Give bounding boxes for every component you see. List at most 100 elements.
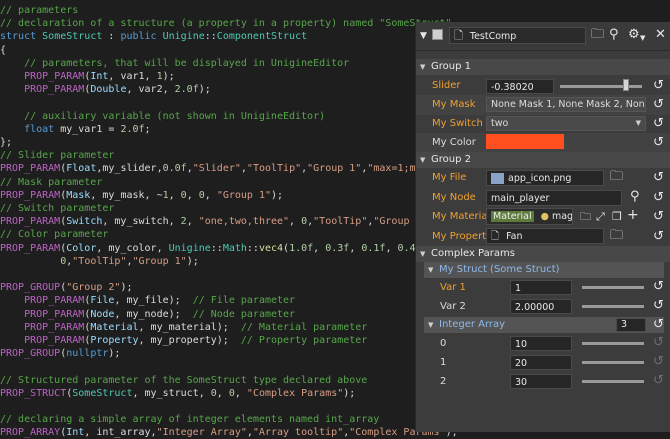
expand-triangle-icon: ▼ bbox=[420, 63, 426, 71]
code-token: ); bbox=[343, 387, 356, 399]
var1-value: 1 bbox=[515, 283, 522, 294]
code-token: "Group 1" bbox=[132, 255, 187, 267]
code-token: // Switch parameter bbox=[0, 203, 115, 214]
var2-field[interactable]: 2.00000 bbox=[510, 299, 572, 314]
copy-icon[interactable]: ❐ bbox=[612, 210, 622, 224]
code-token: "Array tooltip" bbox=[252, 427, 344, 439]
code-line: PROP_GROUP("Group 2"); bbox=[0, 281, 132, 294]
expand-triangle-icon: ▼ bbox=[428, 321, 434, 329]
array-item-slider-track[interactable] bbox=[582, 361, 644, 364]
reset-icon[interactable]: ↺ bbox=[653, 191, 664, 205]
var1-field[interactable]: 1 bbox=[510, 280, 572, 295]
reset-icon[interactable]: ↺ bbox=[653, 280, 664, 294]
code-token: , my_property); bbox=[138, 335, 241, 346]
slider-value-field[interactable]: -0.38020 bbox=[486, 79, 554, 94]
code-token: vec4 bbox=[258, 242, 284, 254]
node-value: main_player bbox=[491, 193, 550, 204]
array-item-field[interactable]: 30 bbox=[510, 374, 572, 389]
chevron-down-icon[interactable]: ▼ bbox=[640, 31, 645, 45]
array-item-field[interactable]: 10 bbox=[510, 336, 572, 351]
var2-slider-track[interactable] bbox=[582, 305, 644, 308]
reset-icon[interactable]: ↺ bbox=[653, 79, 664, 93]
color-label: My Color bbox=[432, 137, 476, 148]
file-field[interactable]: app_icon.png bbox=[486, 170, 604, 186]
search-icon[interactable]: ⚲ bbox=[630, 190, 640, 204]
code-token: , bbox=[349, 242, 362, 254]
array-item-slider-track[interactable] bbox=[582, 342, 644, 345]
folder-icon[interactable]: 🗀 bbox=[610, 170, 623, 184]
folder-icon[interactable]: 🗀 bbox=[580, 210, 591, 224]
code-line: PROP_PARAM(Property, my_property); // Pr… bbox=[0, 334, 367, 347]
slider-track[interactable] bbox=[560, 85, 642, 88]
reset-icon[interactable]: ↺ bbox=[653, 210, 664, 224]
switch-dropdown[interactable]: two ▼ bbox=[486, 116, 646, 131]
color-swatch[interactable] bbox=[486, 134, 564, 149]
code-line: PROP_PARAM(Material, my_material); // Ma… bbox=[0, 321, 367, 334]
reset-icon[interactable]: ↺ bbox=[653, 230, 664, 244]
reset-icon[interactable]: ↺ bbox=[653, 299, 664, 313]
code-token: // Property parameter bbox=[240, 335, 368, 346]
code-token: PROP_STRUCT bbox=[0, 387, 67, 399]
chevron-down-icon: ▼ bbox=[635, 119, 641, 127]
component-name-field[interactable]: 🗋 TestComp bbox=[449, 27, 586, 44]
complex-params-header[interactable]: ▼ Complex Params bbox=[416, 246, 670, 262]
code-token: PROP_PARAM bbox=[0, 242, 61, 254]
switch-label: My Switch bbox=[432, 118, 483, 129]
code-token: :: bbox=[246, 242, 259, 254]
folder-icon[interactable]: 🗀 bbox=[591, 28, 604, 42]
code-token: : bbox=[102, 31, 121, 43]
array-item-field[interactable]: 20 bbox=[510, 355, 572, 370]
code-line: 0,"ToolTip","Group 1"); bbox=[0, 255, 199, 268]
slider-handle[interactable] bbox=[623, 79, 630, 91]
mask-dropdown[interactable]: None Mask 1, None Mask 2, None bbox=[486, 97, 646, 112]
code-token: // declaration of a structure (a propert… bbox=[0, 18, 452, 30]
code-token: , bbox=[385, 242, 398, 254]
reset-icon[interactable]: ↺ bbox=[653, 117, 664, 131]
reset-icon[interactable]: ↺ bbox=[653, 98, 664, 112]
var1-slider-track[interactable] bbox=[582, 286, 644, 289]
reset-icon[interactable]: ↺ bbox=[653, 374, 664, 388]
close-icon[interactable]: ✕ bbox=[655, 28, 666, 42]
enable-checkbox[interactable] bbox=[432, 29, 443, 40]
code-line: // parameters, that will be displayed in… bbox=[0, 57, 349, 70]
code-token: , bbox=[313, 242, 326, 254]
struct-header[interactable]: ▼ My Struct (Some Struct) bbox=[424, 262, 664, 278]
array-item-index: 1 bbox=[440, 357, 447, 368]
gear-icon[interactable]: ⚙ bbox=[628, 28, 640, 42]
material-field[interactable]: Material ● mag bbox=[486, 208, 573, 225]
expand-icon[interactable]: ⤢ bbox=[596, 210, 605, 224]
node-label: My Node bbox=[432, 192, 476, 203]
folder-icon[interactable]: 🗀 bbox=[610, 229, 623, 243]
code-line: PROP_PARAM(Mask, my_mask, ~1, 0, 0, "Gro… bbox=[0, 189, 283, 202]
search-icon[interactable]: ⚲ bbox=[609, 28, 619, 42]
reset-icon[interactable]: ↺ bbox=[653, 355, 664, 369]
reset-icon[interactable]: ↺ bbox=[653, 171, 664, 185]
code-token: 0.0f bbox=[162, 163, 187, 175]
node-field[interactable]: main_player bbox=[486, 190, 622, 206]
add-icon[interactable]: + bbox=[627, 208, 639, 222]
code-token: SomeStruct bbox=[42, 31, 103, 43]
code-token: Unigine bbox=[168, 242, 211, 254]
component-name: TestComp bbox=[469, 31, 517, 42]
reset-icon[interactable]: ↺ bbox=[653, 136, 664, 150]
group-2-label: Group 2 bbox=[431, 154, 471, 165]
array-header[interactable]: ▼ Integer Array 3 bbox=[424, 317, 664, 333]
slider-value: -0.38020 bbox=[491, 82, 534, 93]
collapse-arrow-icon[interactable]: ▼ bbox=[420, 29, 427, 43]
code-token: ); bbox=[162, 71, 175, 82]
group-2-header[interactable]: ▼ Group 2 bbox=[416, 152, 670, 168]
array-size-field[interactable]: 3 bbox=[616, 318, 646, 332]
code-token: 2.0f bbox=[120, 123, 145, 135]
reset-icon[interactable]: ↺ bbox=[653, 318, 664, 332]
array-item-slider-track[interactable] bbox=[582, 380, 644, 383]
property-field[interactable]: 🗋 Fan bbox=[486, 228, 604, 244]
code-line: PROP_PARAM(Node, my_node); // Node param… bbox=[0, 308, 295, 321]
code-token: "Integer Array" bbox=[156, 427, 247, 439]
reset-icon[interactable]: ↺ bbox=[653, 336, 664, 350]
group-1-header[interactable]: ▼ Group 1 bbox=[416, 59, 670, 75]
material-label: My Material bbox=[432, 211, 491, 222]
code-token: 2.0f bbox=[174, 84, 199, 96]
property-value: Fan bbox=[506, 231, 523, 242]
